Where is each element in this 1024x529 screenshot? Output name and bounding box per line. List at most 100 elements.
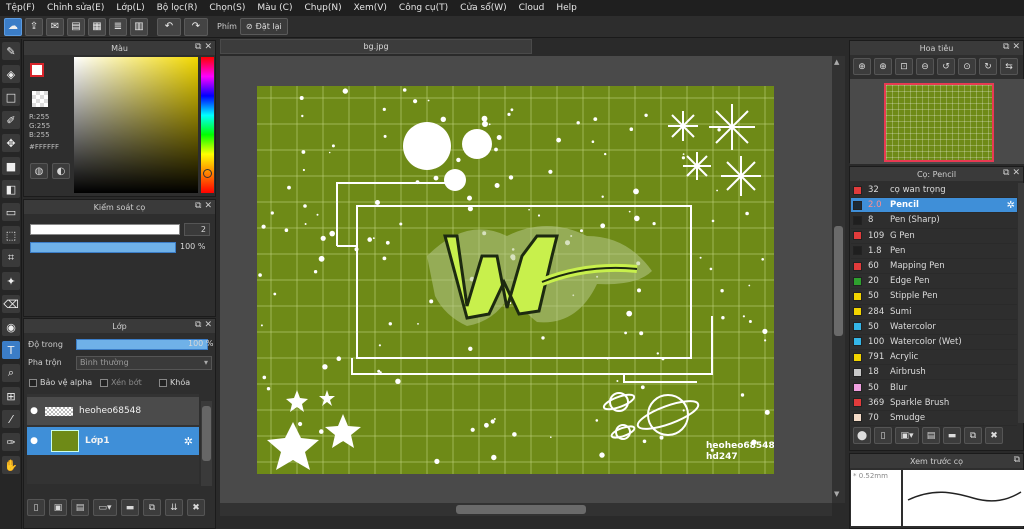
zoom-icon[interactable]: ⌕ <box>2 364 20 382</box>
close-icon[interactable]: ✕ <box>1012 42 1020 52</box>
close-icon[interactable]: ✕ <box>204 320 212 330</box>
brush-item[interactable]: 50 Blur <box>851 380 1017 396</box>
scroll-thumb[interactable] <box>834 226 843 336</box>
menu-file[interactable]: Tệp(F) <box>0 3 41 13</box>
magic-wand-icon[interactable]: ✦ <box>2 272 20 290</box>
redo-icon[interactable]: ↷ <box>184 17 208 36</box>
delete-layer-icon[interactable]: ✖ <box>187 499 205 516</box>
cloud-icon[interactable]: ☁ <box>4 17 22 36</box>
brush-item[interactable]: 369 Sparkle Brush <box>851 396 1017 411</box>
fill-icon[interactable]: ◧ <box>2 180 20 198</box>
hue-knob[interactable] <box>203 169 212 178</box>
page-icon[interactable]: ▦ <box>88 17 106 36</box>
fill-select-icon[interactable]: ◉ <box>2 318 20 336</box>
lasso-icon[interactable]: ⬚ <box>2 226 20 244</box>
brush-item[interactable]: 8 Pen (Sharp) <box>851 213 1017 229</box>
gradient-icon[interactable]: ▭ <box>2 203 20 221</box>
brush-add-icon[interactable]: ⬤ <box>853 427 871 444</box>
maximize-icon[interactable]: ⧉ <box>195 320 201 330</box>
layer-scrollbar[interactable] <box>201 401 212 486</box>
navigator-view[interactable] <box>850 79 1024 164</box>
lock-checkbox[interactable]: Khóa <box>159 378 190 387</box>
horizontal-scrollbar[interactable] <box>220 503 832 516</box>
layer-item[interactable]: ● Lớp1 ✲ <box>27 427 199 455</box>
scroll-thumb[interactable] <box>202 406 211 461</box>
select-pen-icon[interactable]: ⌗ <box>2 249 20 267</box>
reset-rotation-icon[interactable]: ⊙ <box>958 58 976 75</box>
maximize-icon[interactable]: ⧉ <box>1003 168 1009 178</box>
menu-select[interactable]: Chọn(S) <box>203 3 251 13</box>
hand-icon[interactable]: ✋ <box>2 456 20 474</box>
list-icon[interactable]: ≣ <box>109 17 127 36</box>
brush-item[interactable]: 32 cọ wan trọng <box>851 183 1017 199</box>
rotate-right-icon[interactable]: ↻ <box>979 58 997 75</box>
brush-icon[interactable]: ✎ <box>2 42 20 60</box>
maximize-icon[interactable]: ⧉ <box>195 42 201 52</box>
menu-edit[interactable]: Chỉnh sửa(E) <box>41 3 110 13</box>
brush-item[interactable]: 18 Airbrush <box>851 365 1017 381</box>
zoom-in-icon[interactable]: ⊕ <box>874 58 892 75</box>
vertical-scrollbar[interactable]: ▲ ▼ <box>832 56 845 503</box>
color-mix-icon[interactable]: ◐ <box>52 163 70 179</box>
menu-view[interactable]: Xem(V) <box>348 3 393 13</box>
new-layer-icon[interactable]: ▯ <box>27 499 45 516</box>
blend-mode-select[interactable]: Bình thường ▾ <box>76 356 212 370</box>
select-eraser-icon[interactable]: ⌫ <box>2 295 20 313</box>
maximize-icon[interactable]: ⧉ <box>1014 455 1020 465</box>
protect-alpha-checkbox[interactable]: Bảo vệ alpha <box>29 378 92 387</box>
divide-icon[interactable]: ⊞ <box>2 387 20 405</box>
palette-icon[interactable]: ◍ <box>30 163 48 179</box>
reset-button[interactable]: ⊘ Đặt lại <box>239 18 288 35</box>
menu-layer[interactable]: Lớp(L) <box>110 3 150 13</box>
brush-size-value[interactable]: 2 <box>184 223 210 236</box>
scroll-up-icon[interactable]: ▲ <box>834 58 839 66</box>
add-layer-menu-icon[interactable]: ▭▾ <box>93 499 117 516</box>
menu-tools[interactable]: Công cụ(T) <box>393 3 454 13</box>
menu-capture[interactable]: Chụp(N) <box>298 3 347 13</box>
zoom-in-icon[interactable]: ⊕ <box>853 58 871 75</box>
close-icon[interactable]: ✕ <box>204 42 212 52</box>
brush-item[interactable]: 50 Watercolor <box>851 320 1017 335</box>
folder-icon[interactable]: ▬ <box>121 499 139 516</box>
brush-settings-icon[interactable]: ▤ <box>922 427 940 444</box>
eraser-icon[interactable]: ◈ <box>2 65 20 83</box>
foreground-color-swatch[interactable] <box>30 63 44 77</box>
duplicate-layer-icon[interactable]: ⧉ <box>143 499 161 516</box>
move-icon[interactable]: ✥ <box>2 134 20 152</box>
export-icon[interactable]: ⇪ <box>25 17 43 36</box>
maximize-icon[interactable]: ⧉ <box>195 201 201 211</box>
comment-icon[interactable]: ✉ <box>46 17 64 36</box>
shape-icon[interactable]: ■ <box>2 157 20 175</box>
text-icon[interactable]: T <box>2 341 20 359</box>
gear-icon[interactable]: ✲ <box>1007 200 1015 211</box>
new-8bit-layer-icon[interactable]: ▤ <box>71 499 89 516</box>
gear-icon[interactable]: ✲ <box>184 435 193 448</box>
saturation-value-picker[interactable] <box>74 57 198 193</box>
folder-icon[interactable]: ▬ <box>943 427 961 444</box>
scroll-thumb[interactable] <box>456 505 586 514</box>
transparent-color-swatch[interactable] <box>32 91 48 107</box>
scroll-down-icon[interactable]: ▼ <box>834 490 839 498</box>
rect-select-icon[interactable]: □ <box>2 88 20 106</box>
brush-item[interactable]: 100 Watercolor (Wet) <box>851 335 1017 351</box>
layer-item[interactable]: ● heoheo68548 <box>27 397 199 425</box>
pen-icon[interactable]: ✐ <box>2 111 20 129</box>
copy-brush-icon[interactable]: ⧉ <box>964 427 982 444</box>
menu-window[interactable]: Cửa sổ(W) <box>454 3 512 13</box>
brush-item[interactable]: 70 Smudge <box>851 411 1017 426</box>
close-icon[interactable]: ✕ <box>204 201 212 211</box>
visibility-icon[interactable]: ● <box>27 436 41 446</box>
brush-item[interactable]: 60 Mapping Pen <box>851 259 1017 275</box>
canvas[interactable]: heoheo68548 hd247 <box>257 86 774 474</box>
close-icon[interactable]: ✕ <box>1012 168 1020 178</box>
brush-item[interactable]: 50 Stipple Pen <box>851 289 1017 305</box>
menu-filter[interactable]: Bộ lọc(R) <box>151 3 204 13</box>
brush-item[interactable]: 284 Sumi <box>851 305 1017 320</box>
brush-item[interactable]: 109 G Pen <box>851 229 1017 244</box>
menu-help[interactable]: Help <box>550 3 583 13</box>
brush-item[interactable]: 2.0 Pencil ✲ <box>851 198 1017 214</box>
delete-brush-icon[interactable]: ✖ <box>985 427 1003 444</box>
eyedropper-icon[interactable]: ⁄ <box>2 410 20 428</box>
merge-layer-icon[interactable]: ⇊ <box>165 499 183 516</box>
zoom-out-icon[interactable]: ⊖ <box>916 58 934 75</box>
